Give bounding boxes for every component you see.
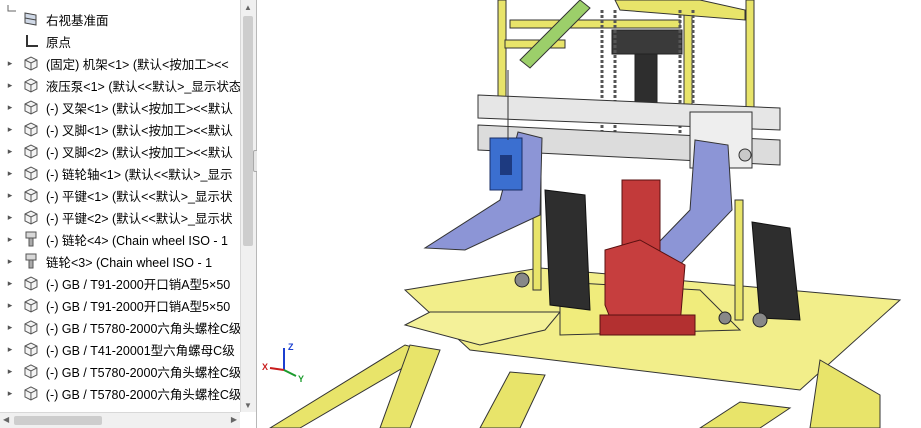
part-icon (22, 54, 40, 72)
tree-item[interactable]: ▸ (-) GB / T91-2000开口销A型5×50 (0, 294, 240, 316)
part-icon (22, 120, 40, 138)
expand-arrow-icon[interactable]: ▸ (4, 388, 16, 399)
scroll-down-icon[interactable]: ▼ (244, 401, 252, 410)
scroll-up-icon[interactable]: ▲ (244, 3, 252, 12)
feature-manager-tree: 右视基准面原点 ▸ (固定) 机架<1> (默认<按加工><< ▸ 液压泵<1> (默认… (0, 0, 257, 428)
scrollbar-thumb[interactable] (243, 16, 253, 246)
part-icon (22, 362, 40, 380)
tree-item[interactable]: ▸ (-) 叉架<1> (默认<按加工><<默认 (0, 96, 240, 118)
tree-item-label: (-) GB / T41-20001型六角螺母C级 (46, 343, 235, 358)
tree-header-fragment (0, 0, 240, 12)
tree-item[interactable]: ▸ (-) GB / T91-2000开口销A型5×50 (0, 272, 240, 294)
plane-icon (22, 10, 40, 28)
tree-item-label: (-) GB / T5780-2000六角头螺栓C级 (45, 387, 240, 402)
view-orientation-triad: Z X Y (262, 338, 308, 384)
tree-item-label: (固定) 机架<1> (默认<按加工><< (46, 57, 229, 72)
tree-item[interactable]: ▸ (-) GB / T5780-2000六角头螺栓C级 (0, 360, 240, 382)
z-axis-label: Z (288, 342, 294, 352)
expand-arrow-icon[interactable]: ▸ (4, 212, 16, 223)
expand-arrow-icon[interactable]: ▸ (4, 190, 16, 201)
expand-arrow-icon[interactable]: ▸ (4, 344, 16, 355)
tree-item[interactable]: 右视基准面 (0, 8, 240, 30)
part-icon (22, 384, 40, 402)
expand-arrow-icon[interactable]: ▸ (4, 256, 16, 267)
tree-item-label: (-) GB / T91-2000开口销A型5×50 (46, 299, 231, 314)
part-icon (22, 76, 40, 94)
tree-item-label: (-) 叉脚<1> (默认<按加工><<默认 (46, 123, 233, 138)
tree-item[interactable]: ▸ (-) 平键<2> (默认<<默认>_显示状 (0, 206, 240, 228)
scroll-left-icon[interactable]: ◀ (3, 415, 9, 424)
tree-item-label: 右视基准面 (46, 13, 109, 28)
part-icon (22, 186, 40, 204)
tree-item[interactable]: ▸ (-) GB / T41-20001型六角螺母C级 (0, 338, 240, 360)
tree-item[interactable]: ▸ (-) 链轮轴<1> (默认<<默认>_显示 (0, 162, 240, 184)
expand-arrow-icon[interactable]: ▸ (4, 80, 16, 91)
scroll-right-icon[interactable]: ▶ (231, 415, 237, 424)
scrollbar-thumb[interactable] (14, 416, 102, 425)
y-axis-label: Y (298, 374, 304, 384)
expand-arrow-icon[interactable]: ▸ (4, 278, 16, 289)
part-icon (22, 296, 40, 314)
tree-item-label: (-) 叉脚<2> (默认<按加工><<默认 (46, 145, 233, 160)
tree-item[interactable]: ▸ 链轮<3> (Chain wheel ISO - 1 (0, 250, 240, 272)
expand-arrow-icon[interactable]: ▸ (4, 234, 16, 245)
expand-arrow-icon[interactable]: ▸ (4, 102, 16, 113)
tree-item[interactable]: ▸ (-) GB / T5780-2000六角头螺栓C级 (0, 382, 240, 404)
tree-item-label: (-) 链轮<4> (Chain wheel ISO - 1 (46, 233, 229, 248)
expand-arrow-icon[interactable]: ▸ (4, 300, 16, 311)
tree-item[interactable]: ▸ 液压泵<1> (默认<<默认>_显示状态 (0, 74, 240, 96)
part-icon (22, 98, 40, 116)
origin-icon (22, 32, 40, 50)
assembly-model[interactable] (257, 0, 921, 428)
expand-arrow-icon[interactable]: ▸ (4, 322, 16, 333)
tree-item[interactable]: ▸ (-) 叉脚<1> (默认<按加工><<默认 (0, 118, 240, 140)
part-icon (22, 208, 40, 226)
tree-item[interactable]: ▸ (-) 链轮<4> (Chain wheel ISO - 1 (0, 228, 240, 250)
part-icon (22, 164, 40, 182)
tree-item-label: (-) 平键<1> (默认<<默认>_显示状 (46, 189, 233, 204)
tree-item[interactable]: 原点 (0, 30, 240, 52)
expand-arrow-icon[interactable]: ▸ (4, 58, 16, 69)
tree-item[interactable]: ▸ (-) 平键<1> (默认<<默认>_显示状 (0, 184, 240, 206)
tree-item-label: (-) 叉架<1> (默认<按加工><<默认 (46, 101, 233, 116)
expand-arrow-icon[interactable]: ▸ (4, 146, 16, 157)
tree-item-label: 原点 (46, 35, 72, 50)
tree-item-label: (-) 平键<2> (默认<<默认>_显示状 (46, 211, 233, 226)
graphics-viewport[interactable] (257, 0, 921, 428)
tree-item-label: (-) 链轮轴<1> (默认<<默认>_显示 (46, 167, 233, 182)
tree-item-label: 液压泵<1> (默认<<默认>_显示状态 (45, 79, 240, 94)
toolbox-part-icon (22, 252, 40, 270)
tree-vertical-scrollbar[interactable]: ▲ ▼ (240, 0, 256, 412)
expand-arrow-icon[interactable]: ▸ (4, 366, 16, 377)
part-icon (22, 318, 40, 336)
part-icon (22, 142, 40, 160)
expand-arrow-icon[interactable]: ▸ (4, 168, 16, 179)
tree-item[interactable]: ▸ (固定) 机架<1> (默认<按加工><< (0, 52, 240, 74)
x-axis-label: X (262, 362, 268, 372)
expand-arrow-icon[interactable]: ▸ (4, 124, 16, 135)
part-icon (22, 274, 40, 292)
tree-item-label: (-) GB / T5780-2000六角头螺栓C级 (45, 321, 240, 336)
tree-horizontal-scrollbar[interactable]: ◀ ▶ (0, 412, 240, 428)
tree-item-label: (-) GB / T5780-2000六角头螺栓C级 (45, 365, 240, 380)
tree-item-label: 链轮<3> (Chain wheel ISO - 1 (46, 255, 213, 270)
tree-item[interactable]: ▸ (-) 叉脚<2> (默认<按加工><<默认 (0, 140, 240, 162)
tree-item[interactable]: ▸ (-) GB / T5780-2000六角头螺栓C级 (0, 316, 240, 338)
toolbox-part-icon (22, 230, 40, 248)
tree-item-label: (-) GB / T91-2000开口销A型5×50 (46, 277, 231, 292)
part-icon (22, 340, 40, 358)
